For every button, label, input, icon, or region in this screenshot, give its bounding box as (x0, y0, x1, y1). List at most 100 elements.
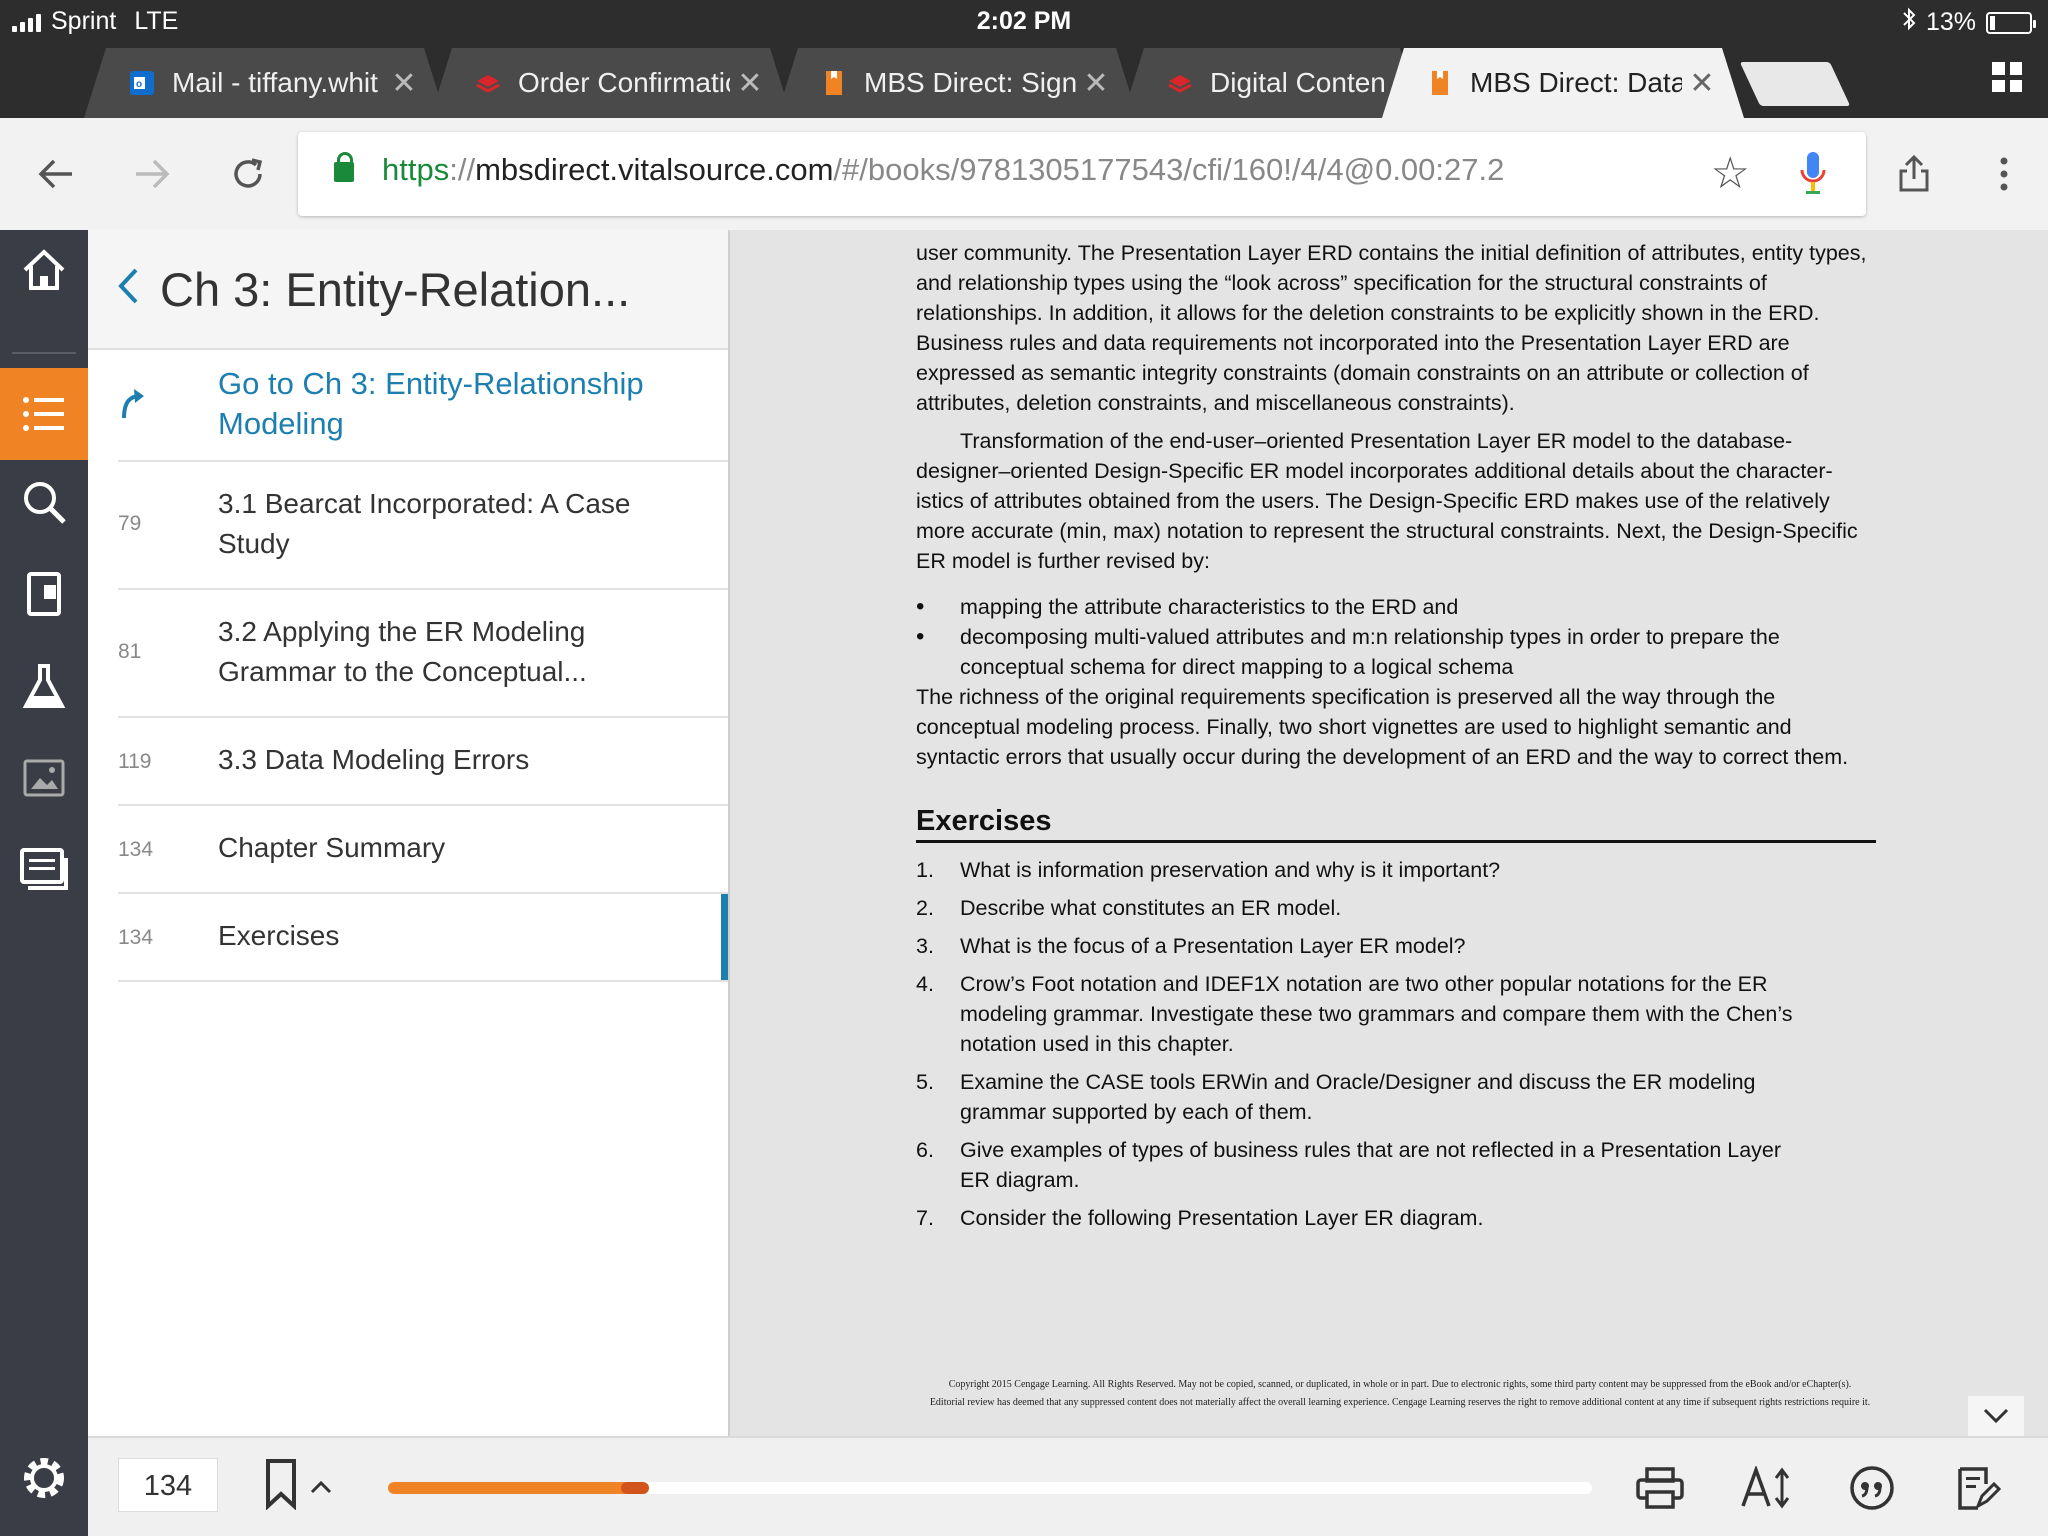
toc-item-label: Exercises (218, 920, 340, 951)
toc-item-label: 3.2 Applying the ER Modeling Grammar to … (218, 616, 587, 687)
exercise-item: 3. What is the focus of a Presentation La… (916, 931, 1876, 961)
toc-item[interactable]: 134 Chapter Summary (118, 806, 728, 894)
browser-toolbar: https://mbsdirect.vitalsource.com/#/book… (0, 118, 2048, 230)
mbs-bookmark-icon (820, 69, 848, 97)
exercise-text: What is the focus of a Presentation Laye… (960, 934, 1466, 958)
toc-item[interactable]: 79 3.1 Bearcat Incorporated: A Case Stud… (118, 462, 728, 590)
toc-item-label: 3.1 Bearcat Incorporated: A Case Study (218, 488, 631, 559)
battery-icon (1986, 11, 2036, 34)
toc-item[interactable]: 81 3.2 Applying the ER Modeling Grammar … (118, 590, 728, 718)
toc-item-current[interactable]: 134 Exercises (118, 894, 728, 982)
close-tab-icon[interactable]: ✕ (1076, 66, 1116, 101)
chevron-up-icon[interactable] (310, 1468, 332, 1502)
exercise-item: 7. Consider the following Presentation La… (916, 1203, 1876, 1233)
exercise-number: 4. (916, 972, 934, 996)
toc-page-number: 81 (118, 640, 142, 663)
citation-button[interactable] (1844, 1460, 1900, 1516)
search-button[interactable] (0, 456, 88, 548)
toc-item[interactable]: 119 3.3 Data Modeling Errors (118, 718, 728, 806)
document-viewer[interactable]: user community. The Presentation Layer E… (728, 230, 2048, 1436)
tab-order-confirmation[interactable]: Order Confirmatio ✕ (430, 48, 792, 118)
toc-header[interactable]: Ch 3: Entity-Relation... (88, 230, 728, 350)
notebook-button[interactable] (1950, 1460, 2006, 1516)
book-page: user community. The Presentation Layer E… (916, 238, 1876, 1241)
chevron-left-icon[interactable] (116, 266, 140, 306)
paragraph: user community. The Presentation Layer E… (916, 241, 1867, 415)
mbs-bookmark-icon (1426, 69, 1454, 97)
rail-divider (12, 352, 76, 354)
outlook-icon: o (128, 69, 156, 97)
exercise-number: 7. (916, 1206, 934, 1230)
printer-icon (1636, 1467, 1684, 1509)
share-button[interactable] (1886, 146, 1942, 202)
bullet-list: mapping the attribute characteristics to… (916, 592, 1876, 682)
toc-page-number: 134 (118, 838, 154, 861)
contents-button[interactable] (0, 368, 88, 460)
progress-handle[interactable] (620, 1482, 649, 1494)
curved-arrow-icon (122, 389, 144, 419)
bookmark-star-icon[interactable]: ☆ (1711, 148, 1750, 199)
forward-button[interactable] (124, 146, 180, 202)
url-scheme: https (382, 152, 450, 187)
quiz-button[interactable] (0, 640, 88, 732)
exercise-number: 5. (916, 1070, 934, 1094)
close-tab-icon[interactable]: ✕ (384, 66, 424, 101)
text-size-icon (1741, 1466, 1790, 1509)
settings-button[interactable] (18, 1452, 70, 1504)
exercise-item: 5. Examine the CASE tools ERWin and Oracl… (916, 1067, 1876, 1127)
tab-mbs-data[interactable]: MBS Direct: Data ✕ (1382, 48, 1744, 118)
exercise-item: 2. Describe what constitutes an ER model. (916, 893, 1876, 923)
bookmark-icon[interactable] (264, 1458, 298, 1510)
tab-title: MBS Direct: Data (1470, 67, 1682, 98)
page-number-input[interactable]: 134 (118, 1458, 218, 1512)
tab-switcher-icon[interactable] (1992, 62, 2022, 92)
reload-button[interactable] (220, 146, 276, 202)
bluetooth-icon (1902, 7, 1916, 38)
goto-chapter-link[interactable]: Go to Ch 3: Entity-Relationship Modeling (118, 350, 728, 462)
flashcards-button[interactable] (0, 548, 88, 640)
exercise-number: 6. (916, 1138, 934, 1162)
tab-mbs-sign-in[interactable]: MBS Direct: Sign I ✕ (776, 48, 1138, 118)
overflow-menu-button[interactable] (1976, 146, 2032, 202)
toc-page-number: 134 (118, 926, 154, 949)
tab-title: MBS Direct: Sign I (864, 67, 1076, 98)
text-size-button[interactable] (1738, 1460, 1794, 1516)
collapse-toolbar-button[interactable] (1968, 1396, 2024, 1436)
url-text[interactable]: https://mbsdirect.vitalsource.com/#/book… (382, 152, 1504, 188)
toc-page-number: 79 (118, 512, 142, 535)
svg-text:o: o (136, 79, 142, 90)
battery-fill (1990, 15, 1995, 30)
address-bar[interactable]: https://mbsdirect.vitalsource.com/#/book… (298, 132, 1866, 216)
reload-icon (234, 158, 263, 188)
close-tab-icon[interactable]: ✕ (730, 66, 770, 101)
figures-button[interactable] (0, 732, 88, 824)
book-stack-icon (1166, 69, 1194, 97)
toc-item-label: 3.3 Data Modeling Errors (218, 744, 530, 775)
home-button[interactable] (0, 230, 88, 310)
notes-button[interactable] (0, 824, 88, 916)
chapter-title: Ch 3: Entity-Relation... (160, 263, 631, 316)
toc-page-number: 119 (118, 750, 152, 773)
icon-rail (0, 230, 88, 1536)
print-button[interactable] (1632, 1460, 1688, 1516)
tab-mail[interactable]: o Mail - tiffany.whit ✕ (84, 48, 446, 118)
exercise-text: Consider the following Presentation Laye… (960, 1206, 1484, 1230)
bullet-item: decomposing multi-valued attributes and … (916, 622, 1876, 682)
more-vertical-icon (2000, 157, 2008, 191)
tab-digital-content[interactable]: Digital Conten (1122, 48, 1422, 118)
quote-icon (1850, 1466, 1894, 1510)
arrow-left-icon (38, 159, 72, 189)
exercise-text: Crow’s Foot notation and IDEF1X notation… (960, 972, 1793, 1056)
reading-progress-slider[interactable] (388, 1482, 1592, 1494)
toc-item-label: Chapter Summary (218, 832, 446, 863)
back-button[interactable] (28, 146, 84, 202)
chevron-down-icon (1983, 1408, 2009, 1424)
exercise-number: 1. (916, 858, 934, 882)
microphone-icon[interactable] (1798, 150, 1828, 196)
table-of-contents-panel: Ch 3: Entity-Relation... Go to Ch 3: Ent… (88, 230, 728, 1436)
close-tab-icon[interactable]: ✕ (1682, 66, 1722, 101)
url-separator: :// (449, 152, 476, 187)
new-tab-button[interactable] (1739, 62, 1851, 106)
url-host: mbsdirect.vitalsource.com (475, 152, 834, 187)
lock-icon (334, 152, 354, 182)
